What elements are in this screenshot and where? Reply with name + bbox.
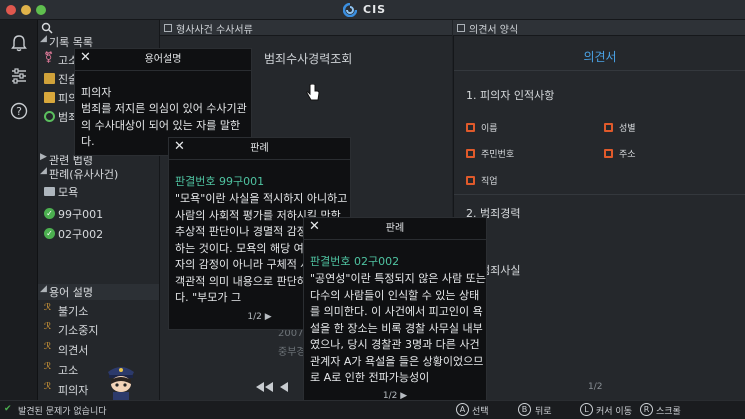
panel-icon — [164, 24, 172, 32]
close-icon[interactable]: ✕ — [174, 140, 185, 154]
term-popup-title: 용어설명 — [75, 49, 251, 71]
term-icon: ℛ — [44, 382, 52, 392]
title-bar: CIS — [0, 0, 745, 20]
field-occupation[interactable]: 직업 — [466, 174, 498, 187]
case-popup-title: 판례 — [304, 218, 486, 240]
check-circle-icon: ✓ — [44, 228, 55, 239]
document-title: 범죄수사경력조회 — [264, 52, 353, 66]
case-number: 판결번호 99구001 — [175, 175, 265, 188]
checkbox-icon — [604, 149, 613, 158]
person-icon: ⚧ — [44, 51, 54, 64]
statement-icon — [44, 73, 55, 84]
check-circle-icon: ✓ — [44, 208, 55, 219]
sidebar-folder-insult[interactable]: 모욕 — [38, 184, 159, 200]
term-icon: ℛ — [44, 303, 52, 313]
next-page-icon[interactable]: ▶ — [400, 391, 407, 401]
right-pager: 1/2 — [588, 382, 603, 392]
sidebar-term-1[interactable]: ℛ 불기소 — [38, 303, 159, 319]
chevron-down-icon: ◢ — [40, 34, 47, 44]
case-popup-title: 판례 — [169, 138, 350, 160]
b-button-icon: B — [518, 403, 531, 416]
checkbox-icon — [466, 176, 475, 185]
sliders-icon[interactable] — [10, 67, 28, 85]
right-panel-header: 의견서 양식 — [453, 20, 745, 36]
police-mascot-icon — [108, 367, 134, 400]
faded-text-station: 중부경 — [278, 347, 306, 358]
sidebar-case-1[interactable]: ✓ 99구001 — [38, 206, 159, 222]
svg-text:?: ? — [16, 105, 22, 118]
minimize-window-button[interactable] — [21, 5, 31, 15]
r-button-icon: R — [640, 403, 653, 416]
sidebar-group-precedent[interactable]: ◢ 판례(유사사건) — [38, 166, 159, 182]
a-button-icon: A — [456, 403, 469, 416]
field-address[interactable]: 주소 — [604, 147, 636, 160]
status-message: 발견된 문제가 없습니다 — [18, 407, 107, 417]
divider — [454, 194, 745, 195]
term-icon: ℛ — [44, 342, 52, 352]
field-gender[interactable]: 성별 — [604, 121, 636, 134]
middle-panel-header: 형사사건 수사서류 — [160, 20, 452, 36]
sidebar-term-2[interactable]: ℛ 기소중지 — [38, 322, 159, 338]
section-suspect-info: 1. 피의자 인적사항 — [466, 89, 555, 102]
checkbox-icon — [466, 123, 475, 132]
app-logo-icon — [343, 3, 357, 17]
chevron-right-icon: ▶ — [40, 152, 47, 162]
term-icon: ℛ — [44, 322, 52, 332]
divider — [454, 70, 745, 71]
sidebar-group-terms[interactable]: ◢ 용어 설명 — [38, 284, 159, 300]
right-panel: 의견서 1. 피의자 인적사항 이름 성별 주민번호 주소 직업 2. 범죄경력… — [453, 36, 745, 400]
field-resident-number[interactable]: 주민번호 — [466, 147, 514, 160]
hint-label-b: 뒤로 — [535, 407, 552, 417]
l-button-icon: L — [580, 403, 593, 416]
prev-page-icon[interactable] — [280, 382, 288, 392]
term-icon: ℛ — [44, 362, 52, 372]
case-body: "공연성"이란 특정되지 않은 사람 또는 다수의 사람들이 인식할 수 있는 … — [310, 272, 486, 384]
sidebar-term-3[interactable]: ℛ 의견서 — [38, 342, 159, 358]
checkbox-icon — [466, 149, 475, 158]
checkbox-icon — [604, 123, 613, 132]
check-icon: ✔ — [4, 404, 12, 414]
rewind-icon[interactable] — [256, 382, 274, 392]
search-icon[interactable] — [41, 22, 53, 34]
chevron-down-icon: ◢ — [40, 166, 47, 176]
case-popup-2: 판례 ✕ 판결번호 02구002 "공연성"이란 특정되지 않은 사람 또는 다… — [303, 217, 487, 409]
next-page-icon[interactable]: ▶ — [265, 312, 272, 322]
sidebar-case-2[interactable]: ✓ 02구002 — [38, 226, 159, 242]
hand-cursor-icon — [306, 84, 320, 101]
clock-icon — [44, 111, 55, 122]
close-window-button[interactable] — [6, 5, 16, 15]
hint-label-r: 스크롤 — [656, 407, 681, 417]
icon-rail: ? — [0, 20, 38, 400]
close-icon[interactable]: ✕ — [80, 51, 91, 65]
folder-icon — [44, 187, 55, 196]
maximize-window-button[interactable] — [36, 5, 46, 15]
app-title: CIS — [363, 3, 387, 16]
close-icon[interactable]: ✕ — [309, 220, 320, 234]
bell-icon[interactable] — [10, 34, 28, 52]
hint-label-l: 커서 이동 — [596, 407, 632, 417]
hint-label-a: 선택 — [472, 407, 489, 417]
help-icon[interactable]: ? — [10, 102, 28, 120]
field-name[interactable]: 이름 — [466, 121, 498, 134]
case-number: 판결번호 02구002 — [310, 255, 400, 268]
document-icon — [44, 92, 55, 103]
chevron-down-icon: ◢ — [40, 284, 47, 294]
term-popup-term: 피의자 — [81, 86, 112, 99]
status-bar: ✔ 발견된 문제가 없습니다 A 선택 B 뒤로 L 커서 이동 R 스크롤 — [0, 400, 745, 419]
panel-icon — [457, 24, 465, 32]
opinion-title: 의견서 — [583, 50, 617, 64]
